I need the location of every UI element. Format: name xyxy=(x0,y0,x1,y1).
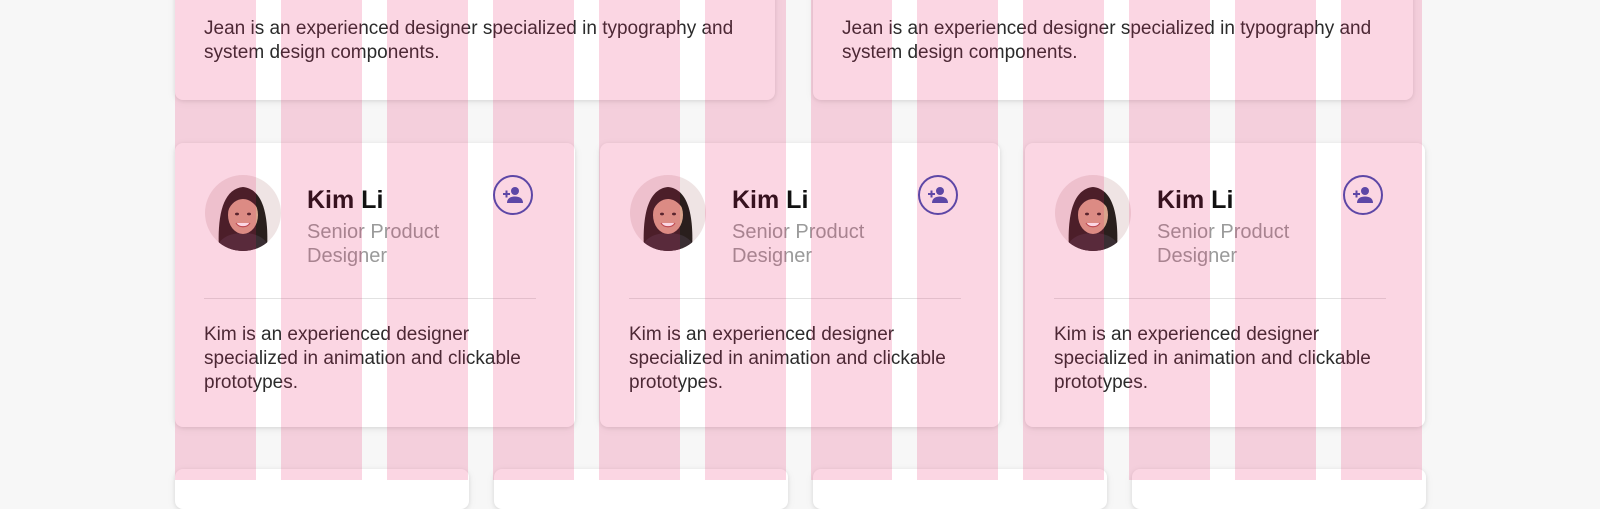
divider xyxy=(204,298,536,299)
profile-card: Kim Li Senior Product Designer Kim is an… xyxy=(600,143,1000,427)
profile-role: Senior Product Designer xyxy=(1157,221,1290,267)
profile-card: Kim Li Senior Product Designer Kim is an… xyxy=(175,143,575,427)
profile-name: Kim Li xyxy=(732,186,809,214)
avatar-image xyxy=(630,175,706,251)
profile-bio: Jean is an experienced designer speciali… xyxy=(204,18,734,63)
profile-bio: Kim is an experienced designer specializ… xyxy=(204,324,521,393)
add-contact-button[interactable] xyxy=(918,175,958,215)
avatar-image xyxy=(1055,175,1131,251)
person-add-icon xyxy=(928,187,948,203)
profile-card-top: Jean is an experienced designer speciali… xyxy=(175,0,775,100)
profile-name: Kim Li xyxy=(1157,186,1234,214)
avatar-image xyxy=(205,175,281,251)
avatar xyxy=(630,175,706,251)
divider xyxy=(629,298,961,299)
add-contact-button[interactable] xyxy=(493,175,533,215)
card-bottom xyxy=(813,469,1107,509)
profile-bio: Kim is an experienced designer specializ… xyxy=(629,324,946,393)
avatar xyxy=(1055,175,1131,251)
profile-card-top: Jean is an experienced designer speciali… xyxy=(813,0,1413,100)
avatar xyxy=(205,175,281,251)
person-add-icon xyxy=(503,187,523,203)
profile-card: Kim Li Senior Product Designer Kim is an… xyxy=(1025,143,1425,427)
profile-name: Kim Li xyxy=(307,186,384,214)
card-bottom xyxy=(175,469,469,509)
add-contact-button[interactable] xyxy=(1343,175,1383,215)
profile-role: Senior Product Designer xyxy=(732,221,865,267)
card-bottom xyxy=(494,469,788,509)
profile-bio: Jean is an experienced designer speciali… xyxy=(842,18,1372,63)
divider xyxy=(1054,298,1386,299)
profile-bio: Kim is an experienced designer specializ… xyxy=(1054,324,1371,393)
profile-role: Senior Product Designer xyxy=(307,221,440,267)
page-canvas: Jean is an experienced designer speciali… xyxy=(0,0,1600,509)
person-add-icon xyxy=(1353,187,1373,203)
card-bottom xyxy=(1132,469,1426,509)
